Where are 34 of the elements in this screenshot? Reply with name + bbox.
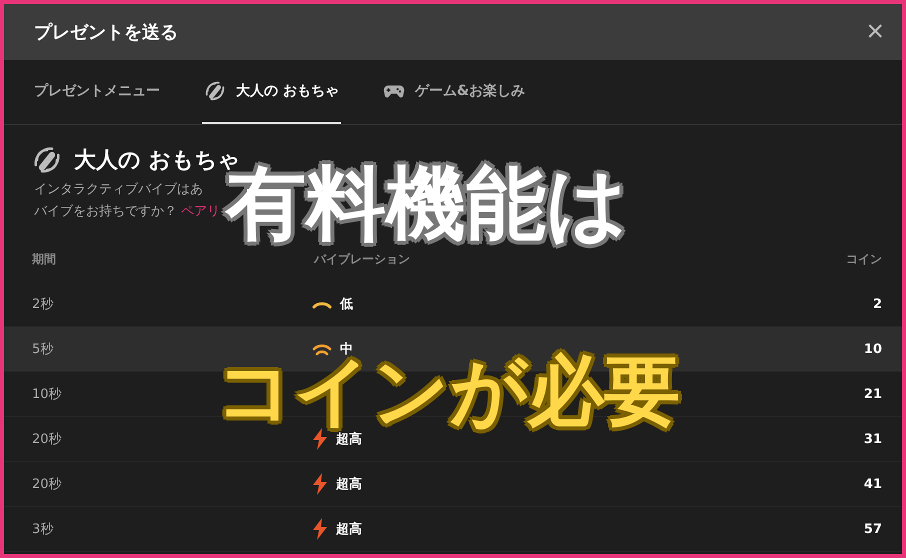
vibration-level: 超高: [336, 520, 362, 538]
duration-cell-text: 20秒: [32, 476, 63, 493]
duration-cell-text: 20秒: [32, 431, 63, 448]
vibration-level: 超高: [336, 430, 362, 448]
vibration-level: 低: [340, 296, 353, 313]
lightning-icon: [312, 518, 328, 540]
vibration-toy-icon: [32, 145, 62, 175]
close-button[interactable]: ×: [866, 17, 884, 47]
vibration-toy-icon: [204, 80, 226, 102]
coin-cell-text: 41: [862, 476, 882, 492]
tab[interactable]: ゲーム&お楽しみ: [380, 60, 528, 124]
column-header: バイブレーション: [314, 251, 411, 268]
column-header: コイン: [845, 251, 882, 268]
lightning-icon: [312, 428, 328, 450]
tab[interactable]: プレゼントメニュー: [32, 60, 162, 124]
coin-cell-text: 31: [862, 432, 882, 446]
coin-cell-text: 2: [872, 296, 882, 312]
duration-cell-text: 3秒: [32, 521, 54, 538]
vibration-level: 中: [340, 341, 353, 358]
description-text: インタラクティブバイブはあ: [34, 181, 204, 199]
coin-cell-text: 10: [862, 342, 882, 356]
column-header: 期間: [32, 251, 57, 268]
duration-cell-text: 10秒: [32, 386, 63, 403]
duration-cell-text: 5秒: [32, 341, 54, 358]
pairing-link[interactable]: ペアリ: [181, 204, 220, 219]
description-text: バイブをお持ちですか？: [34, 204, 177, 219]
duration-cell-text: 2秒: [32, 296, 54, 313]
tab[interactable]: 大人の おもちゃ: [202, 60, 341, 124]
wave-icon: [312, 342, 332, 356]
coin-cell-text: 21: [862, 386, 882, 402]
dialog-title: プレゼントを送る: [34, 21, 178, 44]
vibration-level: 超高: [336, 476, 362, 493]
lightning-icon: [312, 473, 328, 495]
coin-cell-text: 57: [862, 522, 882, 536]
